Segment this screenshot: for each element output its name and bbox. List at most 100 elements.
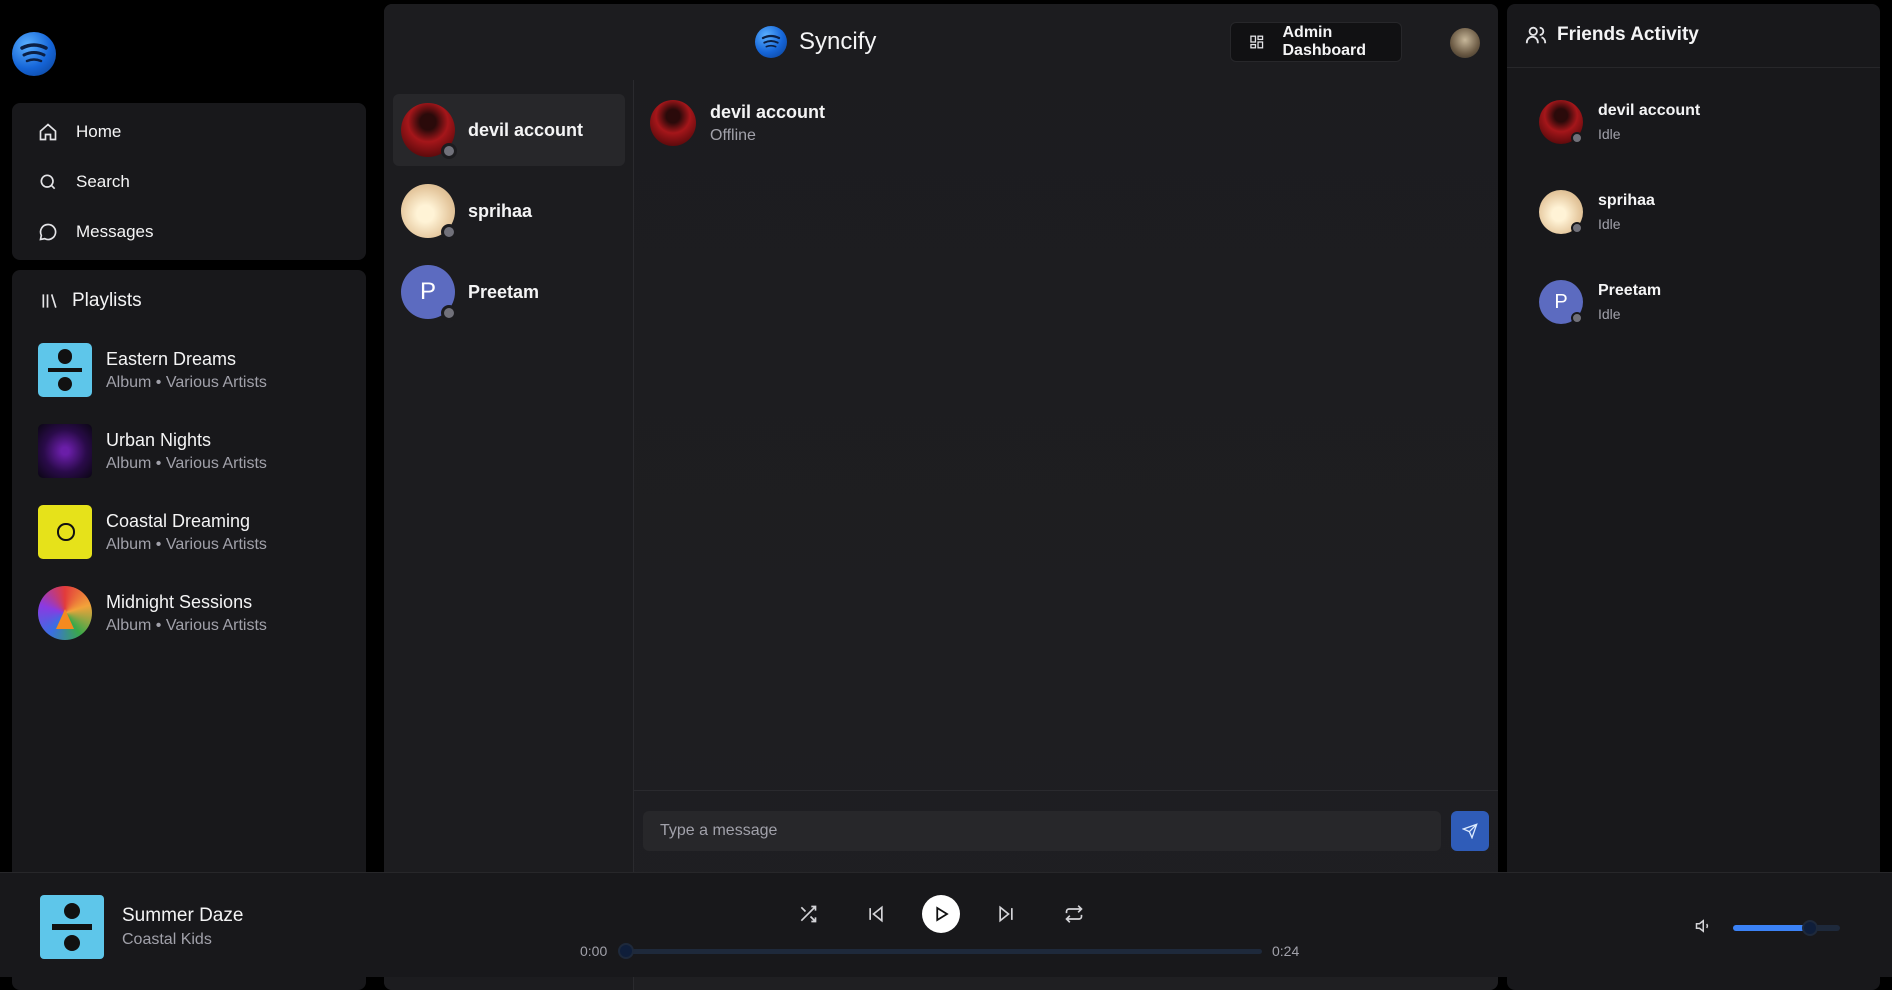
divider bbox=[1507, 67, 1880, 68]
playlist-cover bbox=[38, 505, 92, 559]
brand-logo-icon bbox=[755, 26, 787, 58]
admin-dashboard-button[interactable]: Admin Dashboard bbox=[1230, 22, 1402, 62]
playlist-item[interactable]: Urban Nights Album • Various Artists bbox=[38, 423, 348, 479]
friends-activity-panel: Friends Activity devil account Idle spri… bbox=[1507, 4, 1880, 990]
contact-item[interactable]: P Preetam bbox=[393, 256, 625, 328]
playlists-title: Playlists bbox=[72, 290, 142, 311]
status-dot bbox=[1571, 312, 1583, 324]
avatar-initial: P bbox=[1554, 290, 1568, 313]
playlist-title: Midnight Sessions bbox=[106, 591, 253, 612]
friend-item[interactable]: sprihaa Idle bbox=[1539, 190, 1655, 234]
friend-name: sprihaa bbox=[1598, 192, 1655, 209]
avatar bbox=[401, 103, 457, 159]
volume-handle[interactable] bbox=[1802, 920, 1819, 936]
volume-icon bbox=[1695, 919, 1709, 933]
previous-button[interactable] bbox=[857, 895, 895, 933]
messages-panel: Syncify Admin Dashboard devil account sp… bbox=[384, 4, 1498, 990]
send-icon bbox=[1462, 823, 1478, 839]
friend-status: Idle bbox=[1598, 126, 1621, 142]
top-bar: Syncify Admin Dashboard bbox=[384, 4, 1498, 80]
nav-home[interactable]: Home bbox=[12, 110, 366, 154]
friend-name: Preetam bbox=[1598, 282, 1662, 299]
logo-waves-icon bbox=[20, 43, 48, 63]
playlist-cover bbox=[38, 343, 92, 397]
home-icon bbox=[39, 123, 57, 141]
avatar-initial: P bbox=[419, 278, 436, 305]
friend-item[interactable]: P Preetam Idle bbox=[1539, 280, 1661, 324]
progress-slider[interactable] bbox=[618, 943, 1262, 959]
playlist-item[interactable]: Eastern Dreams Album • Various Artists bbox=[38, 342, 348, 398]
avatar: P bbox=[1539, 280, 1583, 324]
playlist-title: Eastern Dreams bbox=[106, 348, 237, 369]
playlists-header: Playlists bbox=[40, 290, 142, 312]
duration: 0:24 bbox=[1272, 943, 1300, 959]
nav-messages-label: Messages bbox=[76, 222, 154, 241]
play-button[interactable] bbox=[922, 895, 960, 933]
contact-item[interactable]: sprihaa bbox=[393, 175, 625, 247]
avatar bbox=[1539, 190, 1583, 234]
progress-handle[interactable] bbox=[618, 943, 634, 959]
send-button[interactable] bbox=[1451, 811, 1489, 851]
admin-dashboard-label: Admin Dashboard bbox=[1282, 24, 1367, 59]
contact-item[interactable]: devil account bbox=[393, 94, 625, 166]
search-icon bbox=[40, 174, 56, 190]
playlist-title: Coastal Dreaming bbox=[106, 510, 251, 531]
next-button[interactable] bbox=[987, 895, 1025, 933]
dashboard-icon bbox=[1250, 35, 1264, 49]
playlist-subtitle: Album • Various Artists bbox=[106, 454, 267, 472]
nav-search-label: Search bbox=[76, 172, 130, 191]
play-icon bbox=[936, 906, 949, 922]
volume-slider[interactable] bbox=[1733, 920, 1840, 936]
nav-messages[interactable]: Messages bbox=[12, 210, 366, 254]
playlist-title: Urban Nights bbox=[106, 429, 212, 450]
contact-name: Preetam bbox=[468, 281, 540, 302]
chat-contact-status: Offline bbox=[710, 126, 756, 144]
repeat-button[interactable] bbox=[1055, 895, 1093, 933]
shuffle-button[interactable] bbox=[789, 895, 827, 933]
skip-forward-icon bbox=[999, 905, 1013, 923]
playlist-subtitle: Album • Various Artists bbox=[106, 616, 267, 634]
playlist-subtitle: Album • Various Artists bbox=[106, 373, 267, 391]
now-playing-title: Summer Daze bbox=[122, 905, 244, 926]
status-dot bbox=[441, 305, 457, 321]
status-dot bbox=[1571, 132, 1583, 144]
avatar: P bbox=[401, 265, 457, 321]
repeat-icon bbox=[1065, 905, 1083, 923]
friend-item[interactable]: devil account Idle bbox=[1539, 100, 1700, 144]
skip-back-icon bbox=[869, 905, 883, 923]
status-dot bbox=[441, 143, 457, 159]
status-dot bbox=[441, 224, 457, 240]
shuffle-icon bbox=[800, 905, 817, 923]
brand[interactable]: Syncify bbox=[755, 26, 876, 58]
player-bar: Summer Daze Coastal Kids 0:00 0:24 bbox=[0, 872, 1892, 977]
playlist-item[interactable]: Coastal Dreaming Album • Various Artists bbox=[38, 504, 348, 560]
status-dot bbox=[1571, 222, 1583, 234]
nav-search[interactable]: Search bbox=[12, 160, 366, 204]
chat-contact-name: devil account bbox=[710, 101, 826, 122]
friends-activity-title: Friends Activity bbox=[1557, 24, 1699, 45]
friends-activity-header: Friends Activity bbox=[1525, 24, 1699, 46]
message-icon bbox=[39, 223, 57, 241]
contact-name: devil account bbox=[468, 119, 584, 140]
app-logo[interactable] bbox=[12, 32, 56, 76]
playlist-item[interactable]: Midnight Sessions Album • Various Artist… bbox=[38, 585, 348, 641]
friend-name: devil account bbox=[1598, 102, 1701, 119]
chat-header: devil account Offline bbox=[650, 100, 825, 146]
users-icon bbox=[1525, 26, 1547, 44]
avatar bbox=[1539, 100, 1583, 144]
library-icon bbox=[42, 294, 57, 308]
message-input[interactable] bbox=[643, 811, 1441, 851]
brand-name: Syncify bbox=[799, 28, 877, 55]
playlist-cover bbox=[38, 424, 92, 478]
contacts-list: devil account sprihaa P Preetam bbox=[384, 80, 634, 990]
nav-home-label: Home bbox=[76, 122, 122, 141]
friend-status: Idle bbox=[1598, 306, 1621, 322]
current-time: 0:00 bbox=[580, 943, 608, 959]
main-nav: Home Search Messages bbox=[12, 103, 366, 260]
playlist-subtitle: Album • Various Artists bbox=[106, 535, 267, 553]
volume-button[interactable] bbox=[1695, 917, 1713, 935]
now-playing-cover bbox=[40, 895, 104, 959]
friend-status: Idle bbox=[1598, 216, 1621, 232]
user-avatar[interactable] bbox=[1450, 28, 1480, 58]
volume-fill bbox=[1733, 925, 1811, 931]
